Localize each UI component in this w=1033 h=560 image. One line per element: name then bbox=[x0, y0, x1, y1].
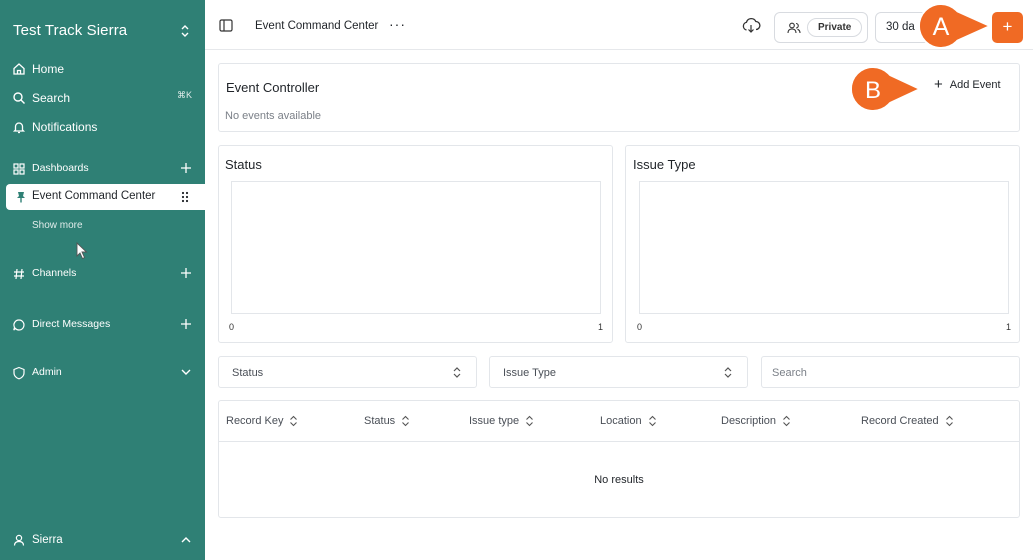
add-event-button[interactable]: + Add Event bbox=[934, 76, 1001, 93]
users-icon bbox=[787, 22, 801, 34]
issue-type-chart-tick-max: 1 bbox=[1006, 322, 1012, 332]
sidebar-section-label: Dashboards bbox=[32, 162, 89, 174]
sidebar-section-dashboards[interactable]: Dashboards bbox=[0, 158, 205, 180]
add-event-label: Add Event bbox=[949, 79, 1001, 91]
mouse-cursor-icon bbox=[76, 242, 88, 260]
callout-b-label: B bbox=[865, 77, 881, 104]
sidebar-toggle-icon[interactable] bbox=[219, 19, 233, 32]
sidebar-item-search[interactable]: Search ⌘K bbox=[0, 87, 205, 109]
no-results-text: No results bbox=[594, 474, 644, 486]
shield-icon bbox=[13, 366, 25, 380]
status-filter-label: Status bbox=[232, 367, 264, 379]
home-icon bbox=[13, 63, 25, 75]
chevron-up-down-icon bbox=[453, 367, 461, 378]
issue-type-chart-title: Issue Type bbox=[633, 157, 696, 172]
column-header-issue-type[interactable]: Issue type bbox=[469, 415, 534, 427]
sidebar-item-label: Event Command Center bbox=[32, 190, 156, 202]
add-message-icon[interactable] bbox=[180, 318, 192, 330]
search-placeholder: Search bbox=[772, 367, 807, 379]
column-header-record-created[interactable]: Record Created bbox=[861, 415, 954, 427]
sidebar-item-notifications[interactable]: Notifications bbox=[0, 116, 205, 138]
issue-type-chart-x-axis bbox=[639, 313, 1009, 314]
switch-workspace-icon[interactable] bbox=[179, 23, 191, 39]
private-badge: Private bbox=[807, 18, 863, 37]
event-controller-title: Event Controller bbox=[226, 80, 320, 95]
column-header-location[interactable]: Location bbox=[600, 415, 657, 427]
plus-icon: + bbox=[934, 76, 943, 93]
workspace-title[interactable]: Test Track Sierra bbox=[13, 22, 127, 39]
status-filter-select[interactable]: Status bbox=[218, 356, 477, 388]
column-header-status[interactable]: Status bbox=[364, 415, 410, 427]
drag-handle-icon[interactable] bbox=[181, 191, 189, 203]
user-name: Sierra bbox=[32, 534, 63, 546]
sort-icon bbox=[648, 415, 656, 427]
chat-bubble-icon bbox=[13, 319, 25, 331]
cloud-sync-icon[interactable] bbox=[741, 16, 761, 34]
issue-type-chart-plot-area bbox=[639, 181, 1009, 313]
sort-icon bbox=[783, 415, 790, 427]
show-more-link[interactable]: Show more bbox=[32, 220, 83, 231]
issue-type-filter-select[interactable]: Issue Type bbox=[489, 356, 748, 388]
search-shortcut: ⌘K bbox=[176, 90, 192, 100]
sidebar-item-event-command-center[interactable]: Event Command Center bbox=[6, 184, 205, 210]
sidebar-section-channels[interactable]: Channels bbox=[0, 263, 205, 285]
status-chart-x-axis bbox=[231, 313, 601, 314]
status-chart-tick-max: 1 bbox=[598, 322, 604, 332]
add-channel-icon[interactable] bbox=[180, 267, 192, 279]
sort-icon bbox=[402, 415, 410, 427]
sidebar-item-home[interactable]: Home bbox=[0, 58, 205, 80]
callout-b: B bbox=[850, 65, 922, 113]
status-chart-tick-min: 0 bbox=[229, 322, 235, 332]
sidebar-user-menu[interactable]: Sierra bbox=[0, 530, 205, 552]
chevron-up-icon[interactable] bbox=[181, 536, 191, 544]
add-button[interactable]: + bbox=[992, 12, 1023, 43]
sidebar-item-label: Search bbox=[32, 91, 71, 105]
dashboard-grid-icon bbox=[13, 163, 25, 175]
sidebar-item-label: Notifications bbox=[32, 120, 98, 134]
visibility-selector[interactable]: Private bbox=[774, 12, 868, 43]
sidebar-section-admin[interactable]: Admin bbox=[0, 362, 205, 384]
sort-icon bbox=[526, 415, 534, 427]
column-header-description[interactable]: Description bbox=[721, 415, 791, 427]
search-icon bbox=[13, 92, 25, 104]
chevron-up-down-icon bbox=[724, 367, 732, 378]
sidebar-section-direct-messages[interactable]: Direct Messages bbox=[0, 314, 205, 336]
status-chart-plot-area bbox=[231, 181, 601, 313]
sidebar-item-label: Home bbox=[32, 62, 65, 76]
user-icon bbox=[13, 534, 25, 546]
hash-icon bbox=[14, 268, 24, 280]
search-input[interactable]: Search bbox=[761, 356, 1020, 388]
bell-icon bbox=[12, 122, 26, 134]
breadcrumb[interactable]: Event Command Center bbox=[255, 20, 378, 32]
pin-icon bbox=[17, 192, 25, 203]
sidebar-section-label: Channels bbox=[32, 267, 77, 279]
records-table: Record Key Status Issue type Location De… bbox=[218, 400, 1020, 518]
issue-type-chart-tick-min: 0 bbox=[637, 322, 643, 332]
sort-icon bbox=[945, 415, 953, 427]
sort-icon bbox=[290, 415, 298, 427]
status-chart-title: Status bbox=[225, 157, 262, 172]
issue-type-filter-label: Issue Type bbox=[503, 367, 556, 379]
callout-a-label: A bbox=[933, 13, 950, 41]
add-dashboard-icon[interactable] bbox=[180, 162, 192, 174]
column-header-record-key[interactable]: Record Key bbox=[226, 415, 298, 427]
no-events-text: No events available bbox=[225, 110, 322, 122]
more-options-button[interactable]: ··· bbox=[389, 16, 406, 32]
callout-a: A bbox=[918, 2, 990, 50]
sidebar: Test Track Sierra Home Search ⌘K Notific… bbox=[0, 0, 205, 560]
sidebar-section-label: Admin bbox=[32, 366, 62, 378]
sidebar-section-label: Direct Messages bbox=[32, 318, 111, 330]
chevron-down-icon[interactable] bbox=[180, 366, 192, 378]
table-header: Record Key Status Issue type Location De… bbox=[219, 401, 1019, 442]
